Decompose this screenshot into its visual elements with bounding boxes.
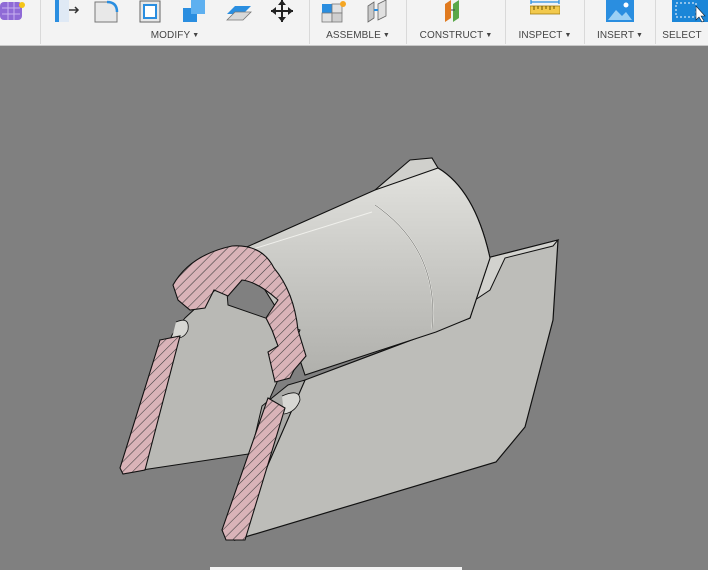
modify-group: MODIFY ▼ [41,0,310,44]
create-group [0,0,41,44]
construct-menu-button[interactable]: CONSTRUCT ▼ [407,30,505,41]
inspect-group: INSPECT ▼ [506,0,585,44]
inspect-menu-button[interactable]: INSPECT ▼ [506,30,584,41]
select-menu-button[interactable]: SELECT [656,30,708,41]
new-component-icon[interactable] [320,0,350,24]
joint-icon[interactable] [364,0,394,24]
shell-icon[interactable] [137,0,167,24]
combine-icon[interactable] [181,0,211,24]
inspect-label: INSPECT [518,30,563,41]
insert-label: INSERT [596,30,635,41]
select-group: SELECT [656,0,708,44]
insert-group: INSERT ▼ [585,0,656,44]
canvas-viewport[interactable] [0,46,708,570]
assemble-menu-button[interactable]: ASSEMBLE ▼ [310,30,406,41]
construct-label: CONSTRUCT [419,30,484,41]
move-icon[interactable] [267,0,297,24]
chevron-down-icon: ▼ [192,32,200,39]
modify-label: MODIFY [150,30,191,41]
chevron-down-icon: ▼ [636,32,644,39]
measure-icon[interactable] [530,0,560,24]
construct-group: CONSTRUCT ▼ [407,0,506,44]
app-window: MODIFY ▼ ASSEMBLE ▼ CONSTRUCT ▼ INSPECT … [0,0,708,570]
offset-plane-icon[interactable] [441,0,471,24]
chevron-down-icon: ▼ [564,32,572,39]
insert-image-icon[interactable] [605,0,635,24]
form-cube-icon[interactable] [0,0,30,24]
assemble-label: ASSEMBLE [326,30,381,41]
select-label: SELECT [662,30,702,41]
insert-menu-button[interactable]: INSERT ▼ [585,30,655,41]
chevron-down-icon: ▼ [485,32,493,39]
fillet-icon[interactable] [93,0,123,24]
offset-face-icon[interactable] [225,0,255,24]
toolbar: MODIFY ▼ ASSEMBLE ▼ CONSTRUCT ▼ INSPECT … [0,0,708,46]
chevron-down-icon: ▼ [382,32,390,39]
assemble-group: ASSEMBLE ▼ [310,0,407,44]
modify-menu-button[interactable]: MODIFY ▼ [41,30,309,41]
cad-model[interactable] [119,157,560,541]
select-cursor-icon[interactable] [672,0,708,24]
press-pull-icon[interactable] [51,0,81,24]
